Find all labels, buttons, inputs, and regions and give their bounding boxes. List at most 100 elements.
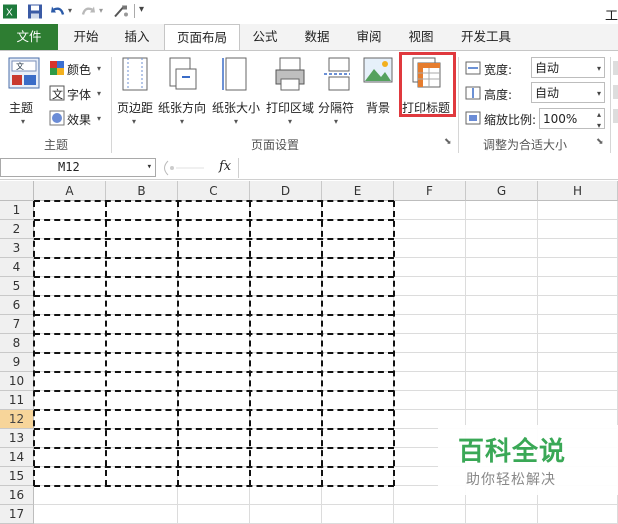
ribbon-tab-strip: 文件 开始 插入 页面布局 公式 数据 审阅 视图 开发工具 <box>0 24 618 52</box>
print-area-dropdown-icon: ▾ <box>288 117 293 126</box>
column-header-e[interactable]: E <box>322 181 394 201</box>
column-header-a[interactable]: A <box>34 181 106 201</box>
colors-button[interactable]: 颜色 ▾ <box>47 59 107 79</box>
print-border-horizontal <box>34 390 394 392</box>
customize-qat-icon[interactable]: ▾ <box>139 4 144 15</box>
print-area-label: 打印区域 <box>266 101 315 115</box>
tab-data[interactable]: 数据 <box>294 24 340 50</box>
redo-icon[interactable] <box>80 3 96 20</box>
svg-text:文: 文 <box>52 87 63 101</box>
row-header-4[interactable]: 4 <box>0 258 34 277</box>
formula-resize-handle-icon[interactable] <box>160 160 208 176</box>
tab-insert[interactable]: 插入 <box>114 24 160 50</box>
orientation-label: 纸张方向 <box>158 101 207 115</box>
themes-button[interactable]: 文 主题 ▾ <box>4 55 42 129</box>
format-painter-icon[interactable] <box>112 3 130 20</box>
row-header-12[interactable]: 12 <box>0 410 34 429</box>
excel-logo-icon: X <box>3 4 17 19</box>
size-icon <box>222 57 247 91</box>
effects-dropdown-icon: ▾ <box>97 114 102 123</box>
tab-file[interactable]: 文件 <box>0 24 58 50</box>
row-header-7[interactable]: 7 <box>0 315 34 334</box>
tab-review[interactable]: 审阅 <box>346 24 392 50</box>
highlight-box <box>399 52 456 117</box>
tab-developer[interactable]: 开发工具 <box>452 24 520 50</box>
print-border-vertical <box>177 201 179 486</box>
save-icon[interactable] <box>27 3 43 20</box>
width-dropdown[interactable]: 自动 ▾ <box>531 57 605 78</box>
row-header-16[interactable]: 16 <box>0 486 34 505</box>
row-header-9[interactable]: 9 <box>0 353 34 372</box>
breaks-label: 分隔符 <box>318 101 355 115</box>
scale-icon <box>465 111 481 125</box>
column-header-g[interactable]: G <box>466 181 538 201</box>
row-header-8[interactable]: 8 <box>0 334 34 353</box>
column-header-c[interactable]: C <box>178 181 250 201</box>
watermark-subtitle: 助你轻松解决 <box>466 472 556 488</box>
row-header-15[interactable]: 15 <box>0 467 34 486</box>
fonts-dropdown-icon: ▾ <box>97 89 102 98</box>
margins-label: 页边距 <box>117 101 154 115</box>
themes-label: 主题 <box>9 101 34 115</box>
print-border-horizontal <box>34 371 394 373</box>
scale-spinner[interactable]: 100% ▴ ▾ <box>539 108 605 130</box>
breaks-button[interactable]: 分隔符 ▾ <box>317 55 357 129</box>
fonts-button[interactable]: 文 字体 ▾ <box>47 84 107 104</box>
width-icon <box>465 61 481 75</box>
background-button[interactable]: 背景 <box>360 55 396 129</box>
select-all-corner[interactable] <box>0 181 34 201</box>
row-header-3[interactable]: 3 <box>0 239 34 258</box>
qat-separator <box>134 4 135 18</box>
row-header-5[interactable]: 5 <box>0 277 34 296</box>
column-header-h[interactable]: H <box>538 181 618 201</box>
insert-function-icon[interactable]: fx <box>219 159 231 174</box>
colors-icon <box>50 61 64 75</box>
colors-label: 颜色 <box>67 63 92 77</box>
name-box-dropdown-icon[interactable]: ▾ <box>147 159 152 176</box>
print-border-horizontal <box>34 409 394 411</box>
scale-dialog-launcher-icon[interactable]: ⬊ <box>596 137 604 147</box>
formula-input[interactable] <box>238 158 618 178</box>
row-header-1[interactable]: 1 <box>0 201 34 220</box>
print-area-button[interactable]: 打印区域 ▾ <box>264 55 316 129</box>
row-header-10[interactable]: 10 <box>0 372 34 391</box>
print-border-horizontal <box>34 428 394 430</box>
row-header-17[interactable]: 17 <box>0 505 34 524</box>
row-header-2[interactable]: 2 <box>0 220 34 239</box>
spin-down-icon[interactable]: ▾ <box>597 115 601 136</box>
undo-dropdown-icon[interactable]: ▾ <box>68 6 72 15</box>
group-label-scale-to-fit: 调整为合适大小 <box>482 138 567 152</box>
height-dropdown[interactable]: 自动 ▾ <box>531 82 605 103</box>
height-label: 高度: <box>484 88 513 102</box>
page-setup-dialog-launcher-icon[interactable]: ⬊ <box>444 137 452 147</box>
breaks-dropdown-icon: ▾ <box>334 117 339 126</box>
column-header-b[interactable]: B <box>106 181 178 201</box>
row-gridline <box>34 504 618 505</box>
scale-value: 100% <box>543 112 578 126</box>
column-header-d[interactable]: D <box>250 181 322 201</box>
effects-button[interactable]: 效果 ▾ <box>47 109 107 129</box>
orientation-dropdown-icon: ▾ <box>180 117 185 126</box>
orientation-button[interactable]: 纸张方向 ▾ <box>158 55 208 129</box>
margins-button[interactable]: 页边距 ▾ <box>114 55 156 129</box>
tab-home[interactable]: 开始 <box>62 24 110 50</box>
row-header-6[interactable]: 6 <box>0 296 34 315</box>
row-header-11[interactable]: 11 <box>0 391 34 410</box>
tab-page-layout[interactable]: 页面布局 <box>164 24 240 52</box>
row-header-14[interactable]: 14 <box>0 448 34 467</box>
tab-view[interactable]: 视图 <box>398 24 444 50</box>
row-header-13[interactable]: 13 <box>0 429 34 448</box>
chevron-down-icon: ▾ <box>596 64 601 73</box>
name-box[interactable]: M12 ▾ <box>0 158 156 177</box>
print-border-horizontal <box>34 200 394 202</box>
undo-icon[interactable] <box>50 3 66 20</box>
tab-formulas[interactable]: 公式 <box>242 24 288 50</box>
print-border-horizontal <box>34 333 394 335</box>
size-button[interactable]: 纸张大小 ▾ <box>210 55 262 129</box>
redo-dropdown-icon[interactable]: ▾ <box>99 6 103 15</box>
group-divider <box>610 57 611 153</box>
print-border-horizontal <box>34 466 394 468</box>
print-border-horizontal <box>34 352 394 354</box>
column-header-f[interactable]: F <box>394 181 466 201</box>
background-label: 背景 <box>366 101 391 115</box>
